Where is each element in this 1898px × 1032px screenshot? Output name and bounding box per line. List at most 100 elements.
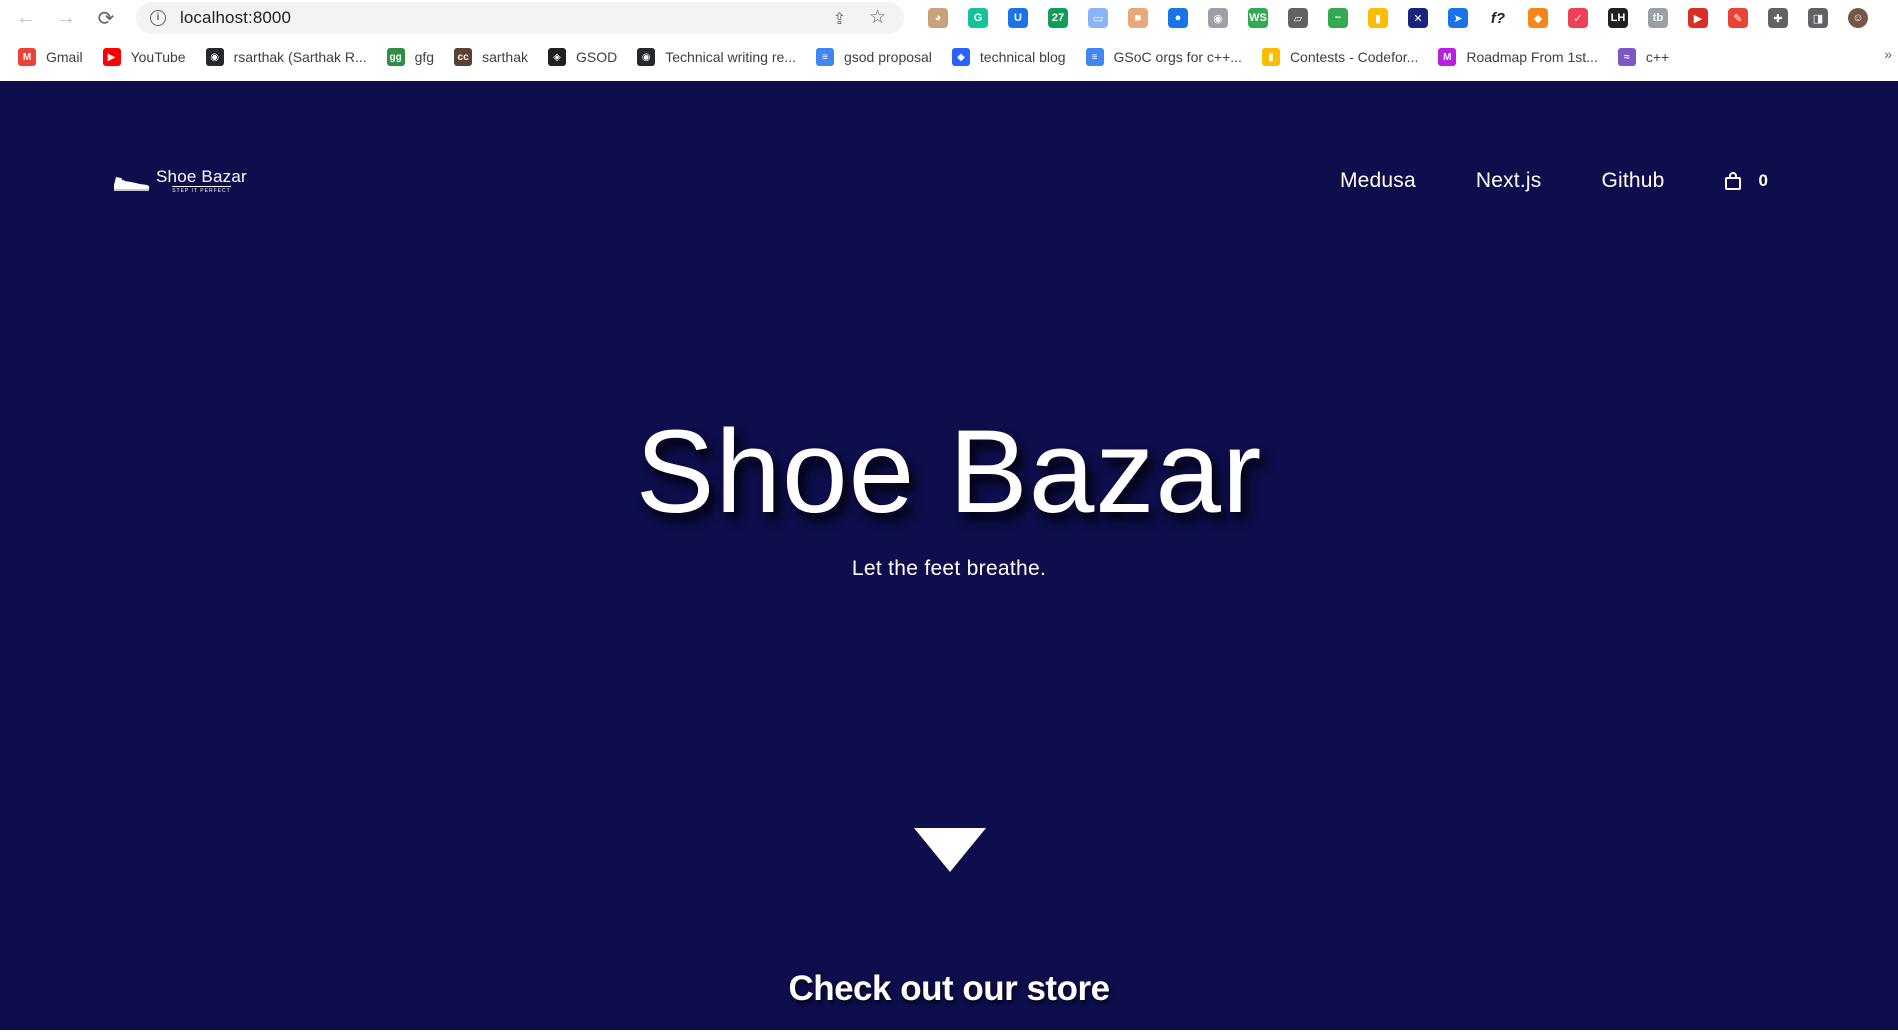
extension-button[interactable]: ■: [1118, 4, 1158, 32]
extension-button[interactable]: ✓: [1558, 4, 1598, 32]
docs-icon: ≡: [815, 48, 834, 66]
bookmark-item[interactable]: M Roadmap From 1st...: [1438, 48, 1598, 66]
docs-icon: ≡: [1085, 48, 1104, 66]
extension-button[interactable]: ✕: [1398, 4, 1438, 32]
back-icon[interactable]: ←: [6, 0, 46, 36]
url-text[interactable]: localhost:8000: [180, 8, 291, 28]
extension-button[interactable]: ✚: [1758, 4, 1798, 32]
extension-button[interactable]: tb: [1638, 4, 1678, 32]
tab-ext-icon: ▭: [1088, 8, 1108, 28]
bookmarks-overflow-icon[interactable]: »: [1884, 46, 1892, 62]
f-question-icon: f?: [1490, 9, 1506, 27]
forward-icon[interactable]: →: [46, 0, 86, 36]
bar-chart-ext-icon: ▮: [1368, 8, 1388, 28]
bookmark-item[interactable]: ◉ Technical writing re...: [637, 48, 796, 66]
extension-button[interactable]: ✎: [1718, 4, 1758, 32]
site-nav: Medusa Next.js Github 0: [1280, 169, 1768, 193]
bookmark-label: technical blog: [979, 49, 1066, 65]
bookmark-item[interactable]: ▮ Contests - Codefor...: [1261, 48, 1419, 66]
bookmark-item[interactable]: ▶ YouTube: [102, 48, 186, 66]
bookmark-item[interactable]: ◈ GSOD: [548, 48, 617, 66]
bookmark-item[interactable]: ≡ gsod proposal: [815, 48, 932, 66]
gmail-icon: M: [18, 48, 36, 66]
hero-subtitle: Let the feet breathe.: [851, 557, 1047, 580]
extension-button[interactable]: ☺: [1838, 4, 1878, 32]
extension-button[interactable]: ●: [1158, 4, 1198, 32]
calendar-27-icon: 27: [1048, 8, 1068, 28]
nav-link-medusa[interactable]: Medusa: [1340, 169, 1416, 193]
extensions-bar: ◕ G U 27 ▭ ■ ● ◉ WS ▱ ~ ▮ ✕ ➤ f? ◆ ✓ LH tb ▶ ✎ ✚ ◨ ☺: [918, 4, 1878, 32]
cpp-icon: ≈: [1617, 48, 1636, 66]
bookmarks-bar: M Gmail ▶ YouTube ◉ rsarthak (Sarthak R... gg g…: [0, 42, 1898, 72]
pen-ext-icon: ✎: [1728, 8, 1748, 28]
cart-button[interactable]: 0: [1723, 171, 1768, 191]
hero-title: Shoe Bazar: [635, 406, 1263, 538]
store-heading: Check out our store: [788, 969, 1110, 1008]
extension-button[interactable]: ◉: [1198, 4, 1238, 32]
bookmark-label: Contests - Codefor...: [1289, 49, 1419, 65]
extension-button[interactable]: 27: [1038, 4, 1078, 32]
grammarly-icon: G: [968, 8, 988, 28]
medium-icon: M: [1438, 48, 1457, 66]
extension-button[interactable]: ◕: [918, 4, 958, 32]
extension-button[interactable]: ▮: [1358, 4, 1398, 32]
bookmark-label: GSoC orgs for c++...: [1113, 49, 1242, 65]
bookmark-item[interactable]: ≈ c++: [1617, 48, 1670, 66]
site-info-icon[interactable]: i: [150, 10, 166, 26]
codechef-icon: cc: [454, 48, 473, 66]
ws-ext-icon: WS: [1248, 8, 1268, 28]
github-icon: ◉: [205, 48, 224, 66]
codeforces-icon: ▮: [1261, 48, 1280, 66]
bookmark-label: c++: [1645, 49, 1670, 65]
reload-icon[interactable]: ⟳: [86, 0, 126, 36]
box-ext-icon: ■: [1128, 8, 1148, 28]
extension-button[interactable]: G: [958, 4, 998, 32]
profile-avatar: ☺: [1848, 8, 1868, 28]
extension-button[interactable]: f?: [1478, 4, 1518, 32]
extension-button[interactable]: WS: [1238, 4, 1278, 32]
extension-button[interactable]: ➤: [1438, 4, 1478, 32]
extension-button[interactable]: ◨: [1798, 4, 1838, 32]
side-panel-icon: ◨: [1808, 8, 1828, 28]
send-ext-icon: ➤: [1448, 8, 1468, 28]
bookmark-label: Roadmap From 1st...: [1466, 49, 1598, 65]
extension-button[interactable]: ▶: [1678, 4, 1718, 32]
extension-button[interactable]: ▭: [1078, 4, 1118, 32]
bookmark-item[interactable]: M Gmail: [18, 48, 83, 66]
metamask-icon: ◆: [1528, 8, 1548, 28]
red-shield-icon: ▶: [1688, 8, 1708, 28]
nav-link-github[interactable]: Github: [1601, 169, 1664, 193]
extension-button[interactable]: ~: [1318, 4, 1358, 32]
bookmark-label: Technical writing re...: [665, 49, 796, 65]
share-icon[interactable]: ⇪: [833, 9, 846, 29]
site-logo[interactable]: Shoe Bazar STEP IT PERFECT: [112, 167, 247, 194]
pocket-icon: ✓: [1568, 8, 1588, 28]
extension-button[interactable]: U: [998, 4, 1038, 32]
tb-ext-icon: tb: [1648, 8, 1668, 28]
bookmark-star-icon[interactable]: ☆: [869, 6, 886, 29]
bookmark-item[interactable]: gg gfg: [386, 48, 435, 66]
extension-button[interactable]: ◆: [1518, 4, 1558, 32]
extension-button[interactable]: ▱: [1278, 4, 1318, 32]
page-viewport: Shoe Bazar STEP IT PERFECT Medusa Next.j…: [0, 81, 1898, 1030]
extension-button[interactable]: LH: [1598, 4, 1638, 32]
bookmark-item[interactable]: ≡ GSoC orgs for c++...: [1085, 48, 1242, 66]
bookmark-label: gfg: [414, 49, 435, 65]
face-ext-icon: ◕: [928, 8, 948, 28]
bookmark-label: sarthak: [482, 49, 529, 65]
screen-capture-icon: ●: [1168, 8, 1188, 28]
youtube-icon: ▶: [102, 48, 121, 66]
nav-link-nextjs[interactable]: Next.js: [1476, 169, 1542, 193]
scroll-down-arrow-icon[interactable]: [914, 828, 986, 872]
bookmark-item[interactable]: ◉ rsarthak (Sarthak R...: [205, 48, 367, 66]
tools-ext-icon: ✕: [1408, 8, 1428, 28]
blog-icon: ◆: [951, 48, 970, 66]
wave-ext-icon: ~: [1328, 8, 1348, 28]
logo-name: Shoe Bazar: [156, 167, 247, 186]
puzzle-icon: ✚: [1768, 8, 1788, 28]
address-bar[interactable]: i localhost:8000 ⇪ ☆: [136, 2, 904, 34]
bookmark-item[interactable]: cc sarthak: [454, 48, 528, 66]
github-icon: ◉: [637, 48, 656, 66]
bookmark-item[interactable]: ◆ technical blog: [951, 48, 1066, 66]
shopping-bag-icon: [1724, 172, 1741, 190]
